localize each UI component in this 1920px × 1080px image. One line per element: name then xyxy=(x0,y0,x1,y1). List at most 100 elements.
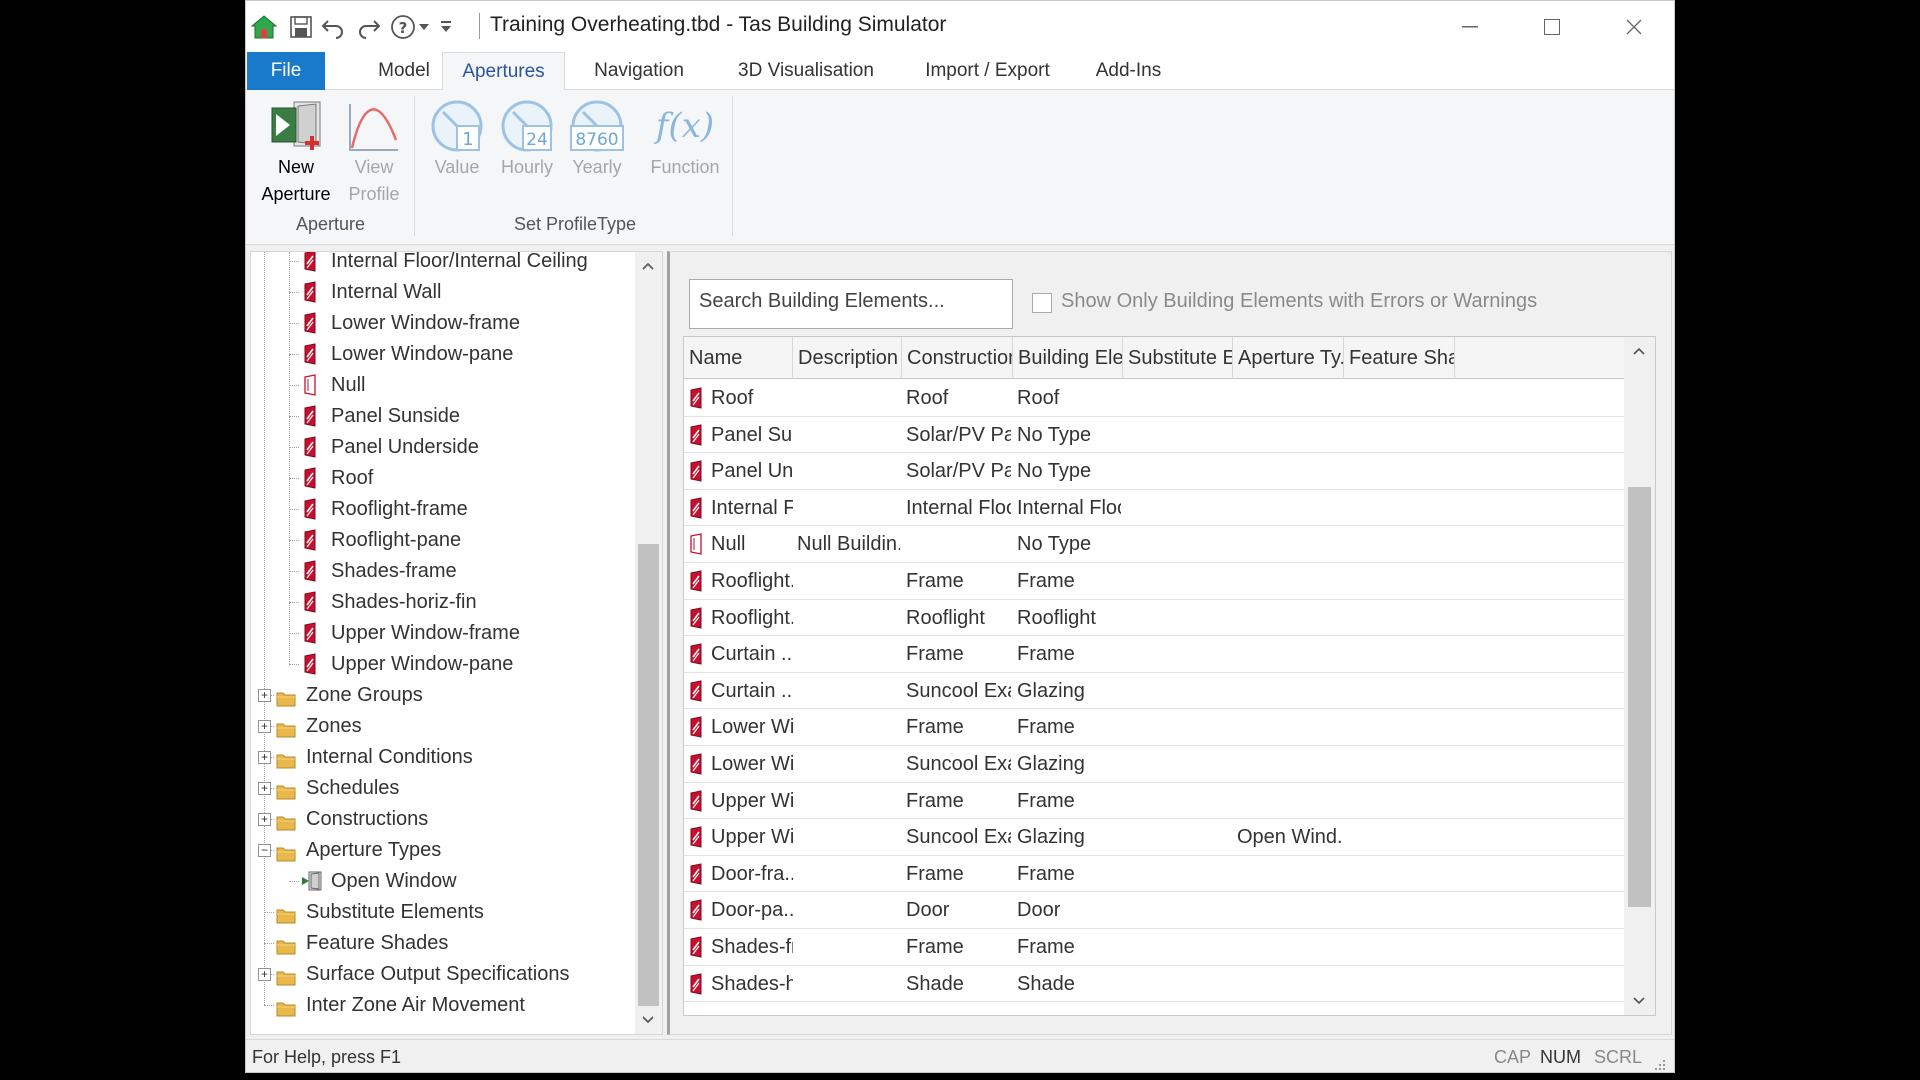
tree-item[interactable]: Rooflight-frame xyxy=(301,494,631,525)
tab-navigation[interactable]: Navigation xyxy=(574,52,704,90)
table-row[interactable]: Internal F... Internal Floor Internal Floo… xyxy=(684,490,1624,527)
table-row[interactable]: Rooflight... Rooflight Rooflight xyxy=(684,600,1624,637)
expand-icon[interactable]: + xyxy=(258,813,271,826)
tree-aperture-type-item[interactable]: Open Window xyxy=(301,866,631,897)
collapse-icon[interactable]: − xyxy=(258,844,271,857)
function-button[interactable]: f(x) Function xyxy=(646,98,724,181)
model-tree[interactable]: Internal Floor/Internal Ceiling Internal … xyxy=(250,251,663,1035)
table-row[interactable]: Shades-h... Shade Shade xyxy=(684,966,1624,1003)
table-row[interactable]: Upper Wi... Suncool Exa... Glazing Open Win… xyxy=(684,819,1624,856)
table-row[interactable]: Curtain ... Frame Frame xyxy=(684,636,1624,673)
redo-icon[interactable] xyxy=(354,12,384,42)
tree-item[interactable]: Lower Window-pane xyxy=(301,339,631,370)
col-header-substitute-element[interactable]: Substitute E... xyxy=(1123,337,1233,379)
cell-feature-shade xyxy=(1348,600,1453,636)
title-separator xyxy=(479,13,480,39)
cell-substitute-element xyxy=(1127,563,1231,599)
col-header-description[interactable]: Description xyxy=(793,337,902,379)
expand-icon[interactable]: + xyxy=(258,751,271,764)
col-header-aperture-type[interactable]: Aperture Ty... xyxy=(1233,337,1344,379)
tree-item[interactable]: Shades-horiz-fin xyxy=(301,587,631,618)
tree-folder[interactable]: Substitute Elements xyxy=(276,897,631,928)
help-dropdown-icon[interactable] xyxy=(416,12,432,42)
tree-item[interactable]: Rooflight-pane xyxy=(301,525,631,556)
tree-item[interactable]: Shades-frame xyxy=(301,556,631,587)
table-row[interactable]: Upper Wi... Frame Frame xyxy=(684,783,1624,820)
grid-scroll-down-icon[interactable] xyxy=(1629,989,1649,1013)
tree-item[interactable]: Panel Underside xyxy=(301,432,631,463)
tree-folder[interactable]: Schedules xyxy=(276,773,631,804)
grid-scroll-thumb[interactable] xyxy=(1628,487,1651,907)
col-header-building-element[interactable]: Building Ele... xyxy=(1013,337,1123,379)
table-row[interactable]: Rooflight... Frame Frame xyxy=(684,563,1624,600)
tree-folder[interactable]: Inter Zone Air Movement xyxy=(276,990,631,1021)
tree-folder[interactable]: Feature Shades xyxy=(276,928,631,959)
value-button[interactable]: 1 Value xyxy=(426,98,488,181)
tab-3d-visualisation[interactable]: 3D Visualisation xyxy=(711,52,901,90)
close-button[interactable] xyxy=(1594,1,1674,52)
search-input[interactable]: Search Building Elements... xyxy=(689,279,1013,329)
col-header-feature-shade[interactable]: Feature Sha... xyxy=(1344,337,1455,379)
tree-folder[interactable]: Internal Conditions xyxy=(276,742,631,773)
building-element-icon xyxy=(687,753,705,780)
tree-item[interactable]: Roof xyxy=(301,463,631,494)
maximize-button[interactable] xyxy=(1512,1,1592,52)
expand-icon[interactable]: + xyxy=(258,689,271,702)
grid-scrollbar[interactable] xyxy=(1624,337,1655,1015)
tab-import-export[interactable]: Import / Export xyxy=(900,52,1075,90)
cell-building-element: Frame xyxy=(1017,716,1075,739)
expand-icon[interactable]: + xyxy=(258,782,271,795)
col-header-construction[interactable]: Construction xyxy=(902,337,1013,379)
table-row[interactable]: Null Null Buildin... No Type xyxy=(684,526,1624,563)
errors-only-checkbox[interactable] xyxy=(1032,293,1052,313)
expand-icon[interactable]: + xyxy=(258,720,271,733)
tree-folder[interactable]: Constructions xyxy=(276,804,631,835)
view-profile-button[interactable]: View Profile xyxy=(341,98,407,208)
tab-add-ins[interactable]: Add-Ins xyxy=(1076,52,1181,90)
file-tab[interactable]: File xyxy=(247,52,325,90)
tree-folder[interactable]: Zones xyxy=(276,711,631,742)
tab-apertures[interactable]: Apertures xyxy=(442,52,565,91)
table-row[interactable]: Shades-fr... Frame Frame xyxy=(684,929,1624,966)
table-row[interactable]: Lower Wi... Frame Frame xyxy=(684,709,1624,746)
tree-item[interactable]: Null xyxy=(301,370,631,401)
tree-folder[interactable]: Zone Groups xyxy=(276,680,631,711)
resize-grip-icon[interactable] xyxy=(1653,1058,1667,1072)
tree-folder[interactable]: Aperture Types xyxy=(276,835,631,866)
tree-item[interactable]: Upper Window-pane xyxy=(301,649,631,680)
tab-model[interactable]: Model xyxy=(356,52,452,90)
tree-scroll-thumb[interactable] xyxy=(638,544,659,1006)
tree-item[interactable]: Lower Window-frame xyxy=(301,308,631,339)
table-row[interactable]: Panel Sun... Solar/PV Pa... No Type xyxy=(684,417,1624,454)
tree-item[interactable]: Upper Window-frame xyxy=(301,618,631,649)
expand-icon[interactable]: + xyxy=(258,968,271,981)
tree-scroll-down-icon[interactable] xyxy=(638,1008,658,1032)
yearly-button[interactable]: 8760 Yearly xyxy=(566,98,628,181)
new-aperture-label-line1: New xyxy=(277,157,314,177)
cell-feature-shade xyxy=(1348,746,1453,782)
cell-description xyxy=(797,453,900,489)
col-header-name[interactable]: Name xyxy=(684,337,793,379)
table-row[interactable]: Door-fra... Frame Frame xyxy=(684,856,1624,893)
grid-scroll-up-icon[interactable] xyxy=(1629,339,1649,363)
minimize-button[interactable] xyxy=(1430,1,1510,52)
table-row[interactable]: Curtain ... Suncool Exa... Glazing xyxy=(684,673,1624,710)
hourly-button[interactable]: 24 Hourly xyxy=(496,98,558,181)
new-aperture-button[interactable]: New Aperture xyxy=(256,98,336,208)
tree-scroll-up-icon[interactable] xyxy=(638,254,658,278)
table-row[interactable]: Door-pa... Door Door xyxy=(684,892,1624,929)
building-elements-grid[interactable]: Name Description Construction Building E… xyxy=(683,336,1656,1016)
save-icon[interactable] xyxy=(286,12,316,42)
tree-item[interactable]: Internal Floor/Internal Ceiling xyxy=(301,252,631,277)
tree-item[interactable]: Panel Sunside xyxy=(301,401,631,432)
customize-quick-access-icon[interactable] xyxy=(436,12,456,42)
table-row[interactable]: Panel Un... Solar/PV Pa... No Type xyxy=(684,453,1624,490)
tree-scrollbar[interactable] xyxy=(635,252,662,1034)
tree-item[interactable]: Internal Wall xyxy=(301,277,631,308)
table-row[interactable]: Roof Roof Roof xyxy=(684,380,1624,417)
help-icon[interactable]: ? xyxy=(388,12,418,42)
tree-folder[interactable]: Surface Output Specifications xyxy=(276,959,631,990)
cell-name: Panel Sun... xyxy=(711,423,793,446)
undo-icon[interactable] xyxy=(318,12,348,42)
table-row[interactable]: Lower Wi... Suncool Exa... Glazing xyxy=(684,746,1624,783)
